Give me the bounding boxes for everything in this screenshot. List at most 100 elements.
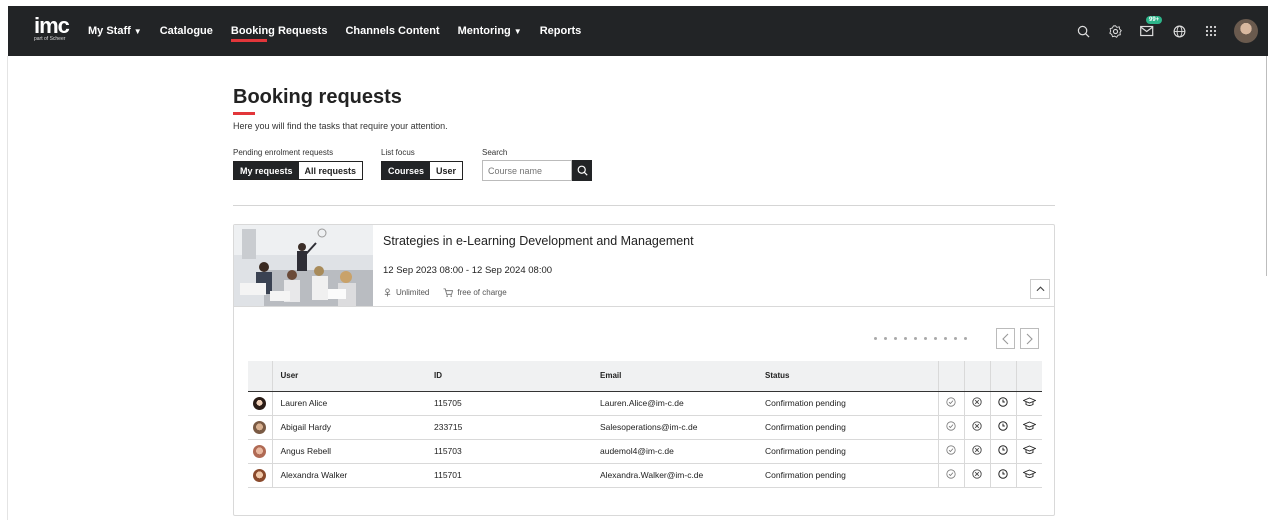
globe-icon[interactable]	[1170, 22, 1188, 40]
nav-mentoring[interactable]: Mentoring ▼	[458, 25, 522, 37]
capacity-text: Unlimited	[396, 288, 430, 297]
nav-booking-requests[interactable]: Booking Requests	[230, 25, 327, 42]
approve-button[interactable]	[937, 439, 964, 464]
page-dot[interactable]	[874, 337, 877, 340]
course-info-button[interactable]	[1015, 439, 1042, 464]
column-header-email[interactable]: Email	[600, 361, 765, 392]
left-border	[7, 56, 8, 520]
chevron-right-icon	[1026, 333, 1033, 344]
user-name[interactable]: Abigail Hardy	[272, 415, 434, 440]
clock-icon	[998, 421, 1008, 431]
clock-icon	[998, 469, 1008, 479]
main-nav: My Staff ▼ Catalogue Booking Requests Cha…	[88, 6, 581, 56]
waitlist-button[interactable]	[989, 391, 1016, 416]
course-info-button[interactable]	[1015, 391, 1042, 416]
course-title[interactable]: Strategies in e-Learning Development and…	[383, 234, 694, 248]
course-info-button[interactable]	[1015, 415, 1042, 440]
request-status: Confirmation pending	[765, 439, 938, 464]
user-id: 115701	[434, 463, 600, 488]
column-header-id[interactable]: ID	[434, 361, 600, 392]
course-card-header: Strategies in e-Learning Development and…	[234, 225, 1054, 307]
course-search-input[interactable]	[482, 160, 572, 181]
nav-my-staff[interactable]: My Staff ▼	[88, 25, 142, 37]
clock-icon	[998, 397, 1008, 407]
chevron-left-icon	[1002, 333, 1009, 344]
reject-icon	[972, 445, 982, 455]
gear-icon[interactable]	[1106, 22, 1124, 40]
cart-icon	[443, 288, 454, 297]
my-requests-button[interactable]: My requests	[234, 162, 299, 179]
pagination-dots	[874, 337, 967, 340]
course-info-button[interactable]	[1015, 463, 1042, 488]
page-dot[interactable]	[914, 337, 917, 340]
user-name[interactable]: Alexandra Walker	[272, 463, 434, 488]
course-meta: Unlimited free of charge	[383, 288, 507, 297]
course-card: Strategies in e-Learning Development and…	[233, 224, 1055, 516]
all-requests-button[interactable]: All requests	[298, 162, 363, 179]
apps-grid-icon[interactable]	[1202, 22, 1220, 40]
reject-icon	[972, 421, 982, 431]
app-frame: imc part of Scheer My Staff ▼ Catalogue B…	[0, 0, 1282, 520]
graduation-cap-icon	[1022, 469, 1037, 478]
search-icon[interactable]	[1074, 22, 1092, 40]
approve-icon	[946, 469, 956, 479]
logo-subtext: part of Scheer	[34, 36, 66, 42]
nav-reports[interactable]: Reports	[540, 25, 582, 37]
page-dot[interactable]	[894, 337, 897, 340]
user-avatar[interactable]	[1234, 19, 1258, 43]
price-text: free of charge	[457, 288, 507, 297]
user-button[interactable]: User	[430, 162, 463, 179]
column-header-user[interactable]: User	[272, 361, 434, 392]
reject-button[interactable]	[963, 463, 990, 488]
waitlist-button[interactable]	[989, 415, 1016, 440]
approve-button[interactable]	[937, 391, 964, 416]
waitlist-button[interactable]	[989, 439, 1016, 464]
graduation-cap-icon	[1022, 445, 1037, 454]
approve-icon	[946, 445, 956, 455]
action-column-header	[937, 361, 964, 392]
approve-button[interactable]	[937, 463, 964, 488]
page-dot[interactable]	[904, 337, 907, 340]
user-email: audemol4@im-c.de	[600, 439, 765, 464]
page-dot[interactable]	[954, 337, 957, 340]
scrollbar[interactable]	[1266, 56, 1267, 276]
top-navigation-bar: imc part of Scheer My Staff ▼ Catalogue B…	[8, 6, 1268, 56]
column-header-status[interactable]: Status	[765, 361, 938, 392]
page-dot[interactable]	[884, 337, 887, 340]
previous-page-button[interactable]	[996, 328, 1015, 349]
page-dot[interactable]	[934, 337, 937, 340]
list-focus-label: List focus	[381, 148, 415, 157]
reject-icon	[972, 469, 982, 479]
pending-filter-label: Pending enrolment requests	[233, 148, 334, 157]
clock-icon	[998, 445, 1008, 455]
requests-table: User ID Email Status Lauren Alice 115705…	[248, 361, 1042, 488]
table-row: Angus Rebell 115703 audemol4@im-c.de Con…	[248, 439, 1042, 464]
search-label: Search	[482, 148, 508, 157]
user-name[interactable]: Angus Rebell	[272, 439, 434, 464]
courses-button[interactable]: Courses	[382, 162, 431, 179]
user-id: 115703	[434, 439, 600, 464]
reject-button[interactable]	[963, 439, 990, 464]
nav-catalogue[interactable]: Catalogue	[160, 25, 213, 37]
reject-button[interactable]	[963, 415, 990, 440]
page-dot[interactable]	[924, 337, 927, 340]
user-name[interactable]: Lauren Alice	[272, 391, 434, 416]
logo-text: imc	[34, 13, 70, 38]
approve-button[interactable]	[937, 415, 964, 440]
search-icon	[577, 165, 588, 176]
page-dot[interactable]	[964, 337, 967, 340]
imc-logo[interactable]: imc part of Scheer	[34, 13, 70, 43]
waitlist-button[interactable]	[989, 463, 1016, 488]
user-email: Lauren.Alice@im-c.de	[600, 391, 765, 416]
reject-button[interactable]	[963, 391, 990, 416]
action-column-header	[963, 361, 990, 392]
search-button[interactable]	[572, 160, 592, 181]
title-underline	[233, 112, 255, 115]
page-dot[interactable]	[944, 337, 947, 340]
next-page-button[interactable]	[1020, 328, 1039, 349]
nav-channels-content[interactable]: Channels Content	[345, 25, 439, 37]
pending-filter-toggle: My requests All requests	[233, 161, 364, 180]
mail-icon[interactable]: 99+	[1138, 16, 1163, 40]
user-email: Salesoperations@im-c.de	[600, 415, 765, 440]
collapse-button[interactable]	[1030, 279, 1050, 299]
